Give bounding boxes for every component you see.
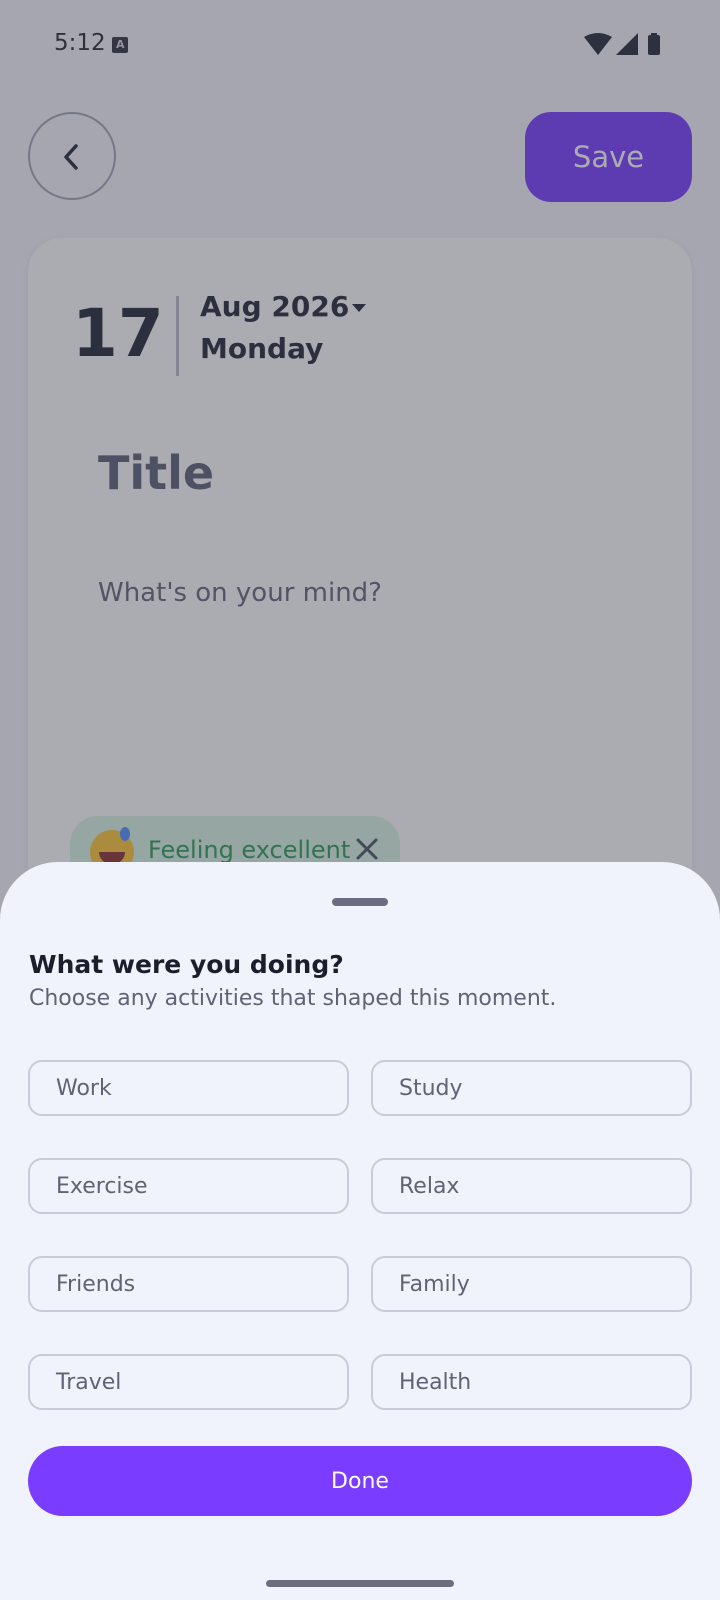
activity-chip-relax[interactable]: Relax — [371, 1158, 692, 1214]
sheet-subtitle: Choose any activities that shaped this m… — [29, 986, 557, 1011]
activity-chip-travel[interactable]: Travel — [28, 1354, 349, 1410]
activity-chip-work[interactable]: Work — [28, 1060, 349, 1116]
activity-chip-study[interactable]: Study — [371, 1060, 692, 1116]
drag-handle[interactable] — [332, 898, 388, 906]
activity-chip-exercise[interactable]: Exercise — [28, 1158, 349, 1214]
activity-chip-friends[interactable]: Friends — [28, 1256, 349, 1312]
sheet-title: What were you doing? — [29, 950, 344, 979]
activity-chip-health[interactable]: Health — [371, 1354, 692, 1410]
activity-chip-family[interactable]: Family — [371, 1256, 692, 1312]
gesture-navigation-bar[interactable] — [266, 1580, 454, 1587]
done-button[interactable]: Done — [28, 1446, 692, 1516]
activity-bottom-sheet: What were you doing? Choose any activiti… — [0, 862, 720, 1600]
